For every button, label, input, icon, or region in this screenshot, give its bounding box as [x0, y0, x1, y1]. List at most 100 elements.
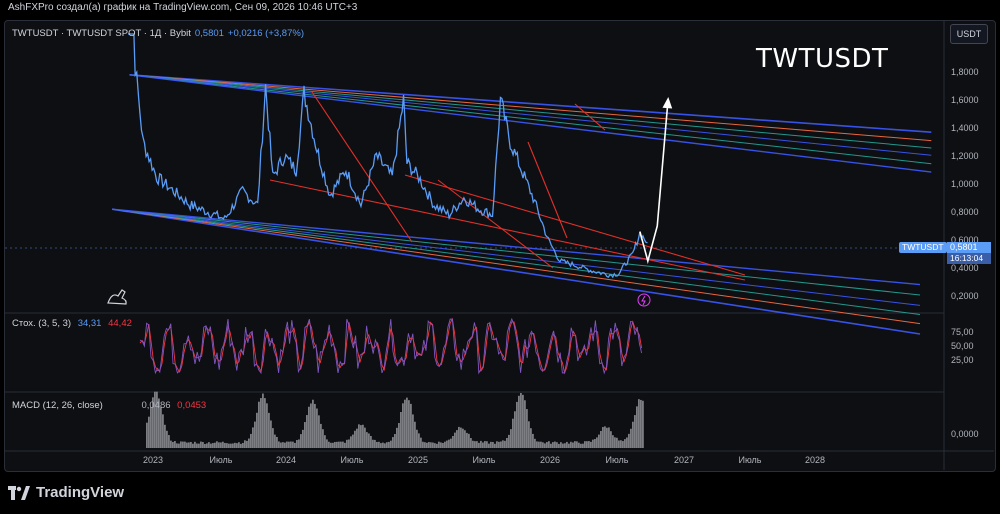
macd-bar: [430, 442, 432, 448]
macd-bar: [386, 442, 388, 448]
macd-label: MACD (12, 26, close): [12, 400, 103, 411]
macd-bar: [238, 442, 240, 448]
macd-bar: [426, 442, 428, 448]
macd-bar: [374, 439, 376, 448]
chart-canvas[interactable]: 0,20000,40000,60000,80001,00001,20001,40…: [0, 0, 1000, 514]
lightning-icon: [637, 293, 651, 307]
macd-bar: [638, 399, 640, 448]
macd-bar: [214, 442, 216, 448]
macd-bar: [422, 441, 424, 448]
macd-bar: [302, 429, 304, 448]
macd-bar: [290, 441, 292, 448]
macd-bar: [382, 442, 384, 448]
macd-bar: [408, 400, 410, 448]
macd-bar: [320, 423, 322, 448]
macd-bar: [360, 425, 362, 448]
macd-bar: [612, 435, 614, 448]
macd-bar: [150, 406, 152, 448]
lower-channel-line: [112, 208, 921, 315]
macd-bar: [182, 441, 184, 448]
stoch-legend[interactable]: Стох. (3, 5, 3) 34,31 44,42: [12, 318, 132, 329]
macd-bar: [618, 440, 620, 448]
symbol-legend[interactable]: TWTUSDT · TWTUSDT SPOT · 1Д · Bybit 0,580…: [12, 28, 304, 39]
macd-bar: [560, 442, 562, 448]
macd-bar: [506, 437, 508, 448]
y-tick-label: 1,8000: [951, 67, 979, 77]
macd-bar: [262, 393, 264, 448]
macd-bar: [160, 407, 162, 448]
macd-legend[interactable]: MACD (12, 26, close) 0,0486 0,0453: [12, 400, 206, 411]
macd-bar: [440, 442, 442, 448]
macd-bar: [602, 427, 604, 448]
macd-bar: [164, 424, 166, 448]
macd-bar: [398, 423, 400, 448]
stoch-label: Стох. (3, 5, 3): [12, 318, 72, 329]
tradingview-branding[interactable]: TradingView: [8, 484, 124, 501]
macd-bar: [458, 426, 460, 448]
macd-bar: [588, 441, 590, 448]
x-tick-label: 2023: [143, 455, 163, 465]
macd-signal-value: 0,0453: [177, 400, 207, 411]
x-tick-label: 2024: [276, 455, 296, 465]
macd-bar: [278, 441, 280, 448]
macd-bar: [224, 442, 226, 448]
stoch-k-value: 34,31: [77, 318, 102, 329]
macd-bar: [204, 443, 206, 448]
macd-bar: [504, 440, 506, 448]
stoch-k-line: [139, 317, 643, 375]
macd-bar: [304, 422, 306, 448]
macd-bar: [472, 440, 474, 448]
macd-bar: [524, 400, 526, 448]
macd-bar: [530, 428, 532, 448]
y-tick-label: 1,2000: [951, 151, 979, 161]
macd-bar: [416, 429, 418, 448]
macd-bar: [556, 442, 558, 448]
macd-bar: [316, 408, 318, 448]
macd-bar: [522, 394, 524, 448]
macd-bar: [394, 434, 396, 448]
macd-bar: [246, 440, 248, 448]
trend-line: [527, 141, 568, 239]
macd-bar: [604, 426, 606, 448]
macd-bar: [580, 443, 582, 448]
macd-bar: [546, 442, 548, 448]
price-tag-timer: 16:13:04: [947, 253, 991, 264]
macd-bar: [462, 428, 464, 448]
macd-bar: [222, 441, 224, 448]
x-tick-label: 2025: [408, 455, 428, 465]
macd-bar: [330, 442, 332, 448]
symbol-name: TWTUSDT · TWTUSDT SPOT · 1Д · Bybit: [12, 28, 191, 39]
macd-bar: [518, 395, 520, 448]
macd-bar: [444, 441, 446, 448]
macd-bar: [498, 441, 500, 448]
currency-badge[interactable]: USDT: [950, 24, 988, 44]
stoch-tick-label: 50,00: [951, 341, 974, 351]
macd-bar: [562, 443, 564, 448]
macd-bar: [500, 441, 502, 448]
macd-bar: [268, 412, 270, 448]
macd-bar: [332, 442, 334, 448]
macd-bar: [190, 441, 192, 448]
macd-bar: [592, 439, 594, 448]
x-tick-label: 2027: [674, 455, 694, 465]
lower-channel-line: [112, 208, 921, 296]
trend-line: [311, 91, 413, 243]
macd-bar: [410, 403, 412, 448]
title-overlay: TWTUSDT: [756, 44, 889, 74]
macd-bar: [348, 439, 350, 448]
macd-bar: [334, 441, 336, 448]
macd-bar: [486, 441, 488, 448]
macd-bar: [212, 443, 214, 448]
macd-bar: [358, 424, 360, 448]
macd-bar: [264, 398, 266, 448]
y-tick-label: 0,8000: [951, 207, 979, 217]
x-tick-label: Июль: [473, 455, 496, 465]
macd-bar: [176, 443, 178, 448]
macd-bar: [624, 439, 626, 448]
macd-value: 0,0486: [141, 400, 171, 411]
macd-bar: [600, 430, 602, 448]
price-tag-symbol: TWTUSDT: [899, 242, 947, 253]
upper-channel-line: [129, 74, 932, 149]
macd-bar: [254, 421, 256, 448]
tradingview-logo-icon: [8, 485, 30, 500]
